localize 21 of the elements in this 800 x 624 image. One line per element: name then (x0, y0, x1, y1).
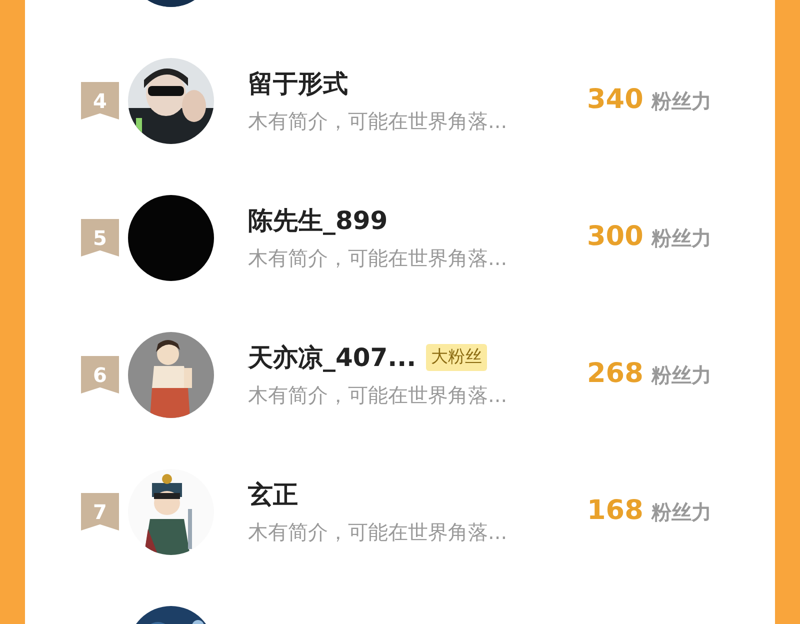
fan-count: 168 (587, 494, 644, 528)
fan-power-label: 粉丝力 (651, 362, 712, 390)
rank-ribbon: 6 (81, 356, 119, 394)
fan-power-label: 粉丝力 (651, 225, 712, 252)
fan-power-label: 粉丝力 (651, 499, 712, 526)
fan-count: 268 (587, 357, 644, 392)
rank-ribbon: 4 (81, 82, 119, 120)
fan-count: 340 (587, 83, 644, 118)
user-bio: 木有简介，可能在世界角落... (248, 245, 508, 272)
user-name: 留于形式 (248, 68, 348, 100)
user-bio: 木有简介，可能在世界角落... (248, 519, 508, 546)
rank-ribbon: 7 (81, 492, 119, 530)
rank-ribbon: 5 (81, 218, 119, 256)
user-bio: 木有简介，可能在世界角落... (248, 108, 508, 136)
user-name: 陈先生_899 (248, 204, 388, 237)
fan-count: 300 (587, 220, 644, 254)
user-bio: 木有简介，可能在世界角落... (248, 382, 508, 410)
user-name: 玄正 (248, 478, 298, 511)
user-name: 天亦凉_407... (248, 342, 416, 374)
fan-power-label: 粉丝力 (651, 88, 712, 116)
fan-badge: 大粉丝 (426, 344, 488, 372)
